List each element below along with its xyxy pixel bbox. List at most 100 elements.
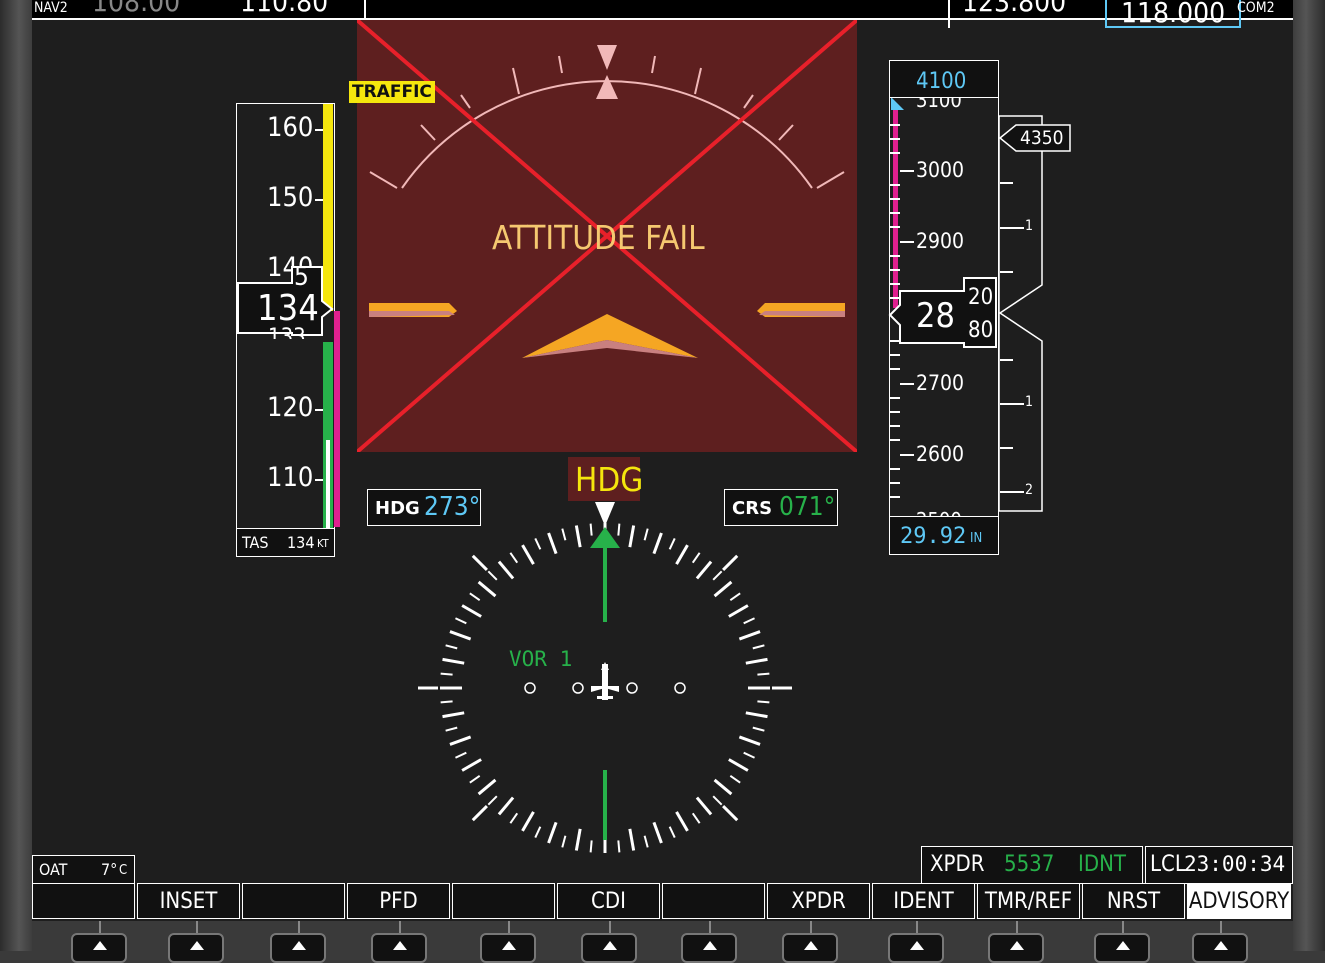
oat-unit: C <box>119 863 128 878</box>
compass-tick <box>561 835 567 848</box>
tas-value: 134 <box>287 533 315 552</box>
vsi-tick-label: 1 <box>1025 394 1034 410</box>
xpdr-code: 5537 <box>1004 852 1055 877</box>
compass-outer-marker <box>722 554 739 571</box>
barometric-setting-box[interactable]: 29.92 IN <box>889 516 999 555</box>
hardware-softkey-button[interactable] <box>782 933 838 963</box>
compass-outer-marker <box>471 554 488 571</box>
softkey-tmr-ref[interactable]: TMR/REF <box>977 883 1080 919</box>
com-label: COM2 <box>1237 0 1275 16</box>
airspeed-tick-label: 160 <box>267 112 314 143</box>
hardware-softkey-button[interactable] <box>371 933 427 963</box>
compass-tick <box>668 826 676 838</box>
nav-source-label: VOR 1 <box>509 647 573 671</box>
compass-tick <box>752 644 765 650</box>
selected-altitude: 4100 <box>916 69 967 94</box>
softkey-xpdr[interactable]: XPDR <box>767 883 870 919</box>
compass-tick <box>729 774 741 784</box>
traffic-annunciation: TRAFFIC <box>349 81 435 103</box>
hardware-softkey-button[interactable] <box>1192 933 1248 963</box>
compass-tick <box>643 528 649 541</box>
compass-tick <box>445 726 458 732</box>
hardware-softkey-button[interactable] <box>1094 933 1150 963</box>
altitude-current-thousands: 28 <box>916 296 955 336</box>
nav-active-frequency[interactable]: 110.80 <box>240 0 328 18</box>
softkey-5[interactable] <box>452 883 555 919</box>
compass-tick <box>589 840 593 853</box>
softkey-cdi[interactable]: CDI <box>557 883 660 919</box>
compass-tick <box>477 778 497 796</box>
vsi-bug-value: 4350 <box>1020 127 1064 149</box>
softkey-pfd[interactable]: PFD <box>347 883 450 919</box>
compass-tick <box>469 774 481 784</box>
compass-tick <box>617 840 621 853</box>
vertical-speed-indicator <box>998 115 1043 512</box>
nav-label: NAV2 <box>34 0 68 16</box>
compass-tick <box>617 523 621 536</box>
softkey-1[interactable] <box>32 883 135 919</box>
oat-value: 7° <box>101 860 118 879</box>
compass-tick <box>757 672 770 676</box>
airspeed-tick-label: 150 <box>267 182 314 213</box>
compass-rose <box>418 502 792 853</box>
compass-tick <box>712 795 723 806</box>
softkey-nrst[interactable]: NRST <box>1082 883 1185 919</box>
selected-altitude-box[interactable]: 4100 <box>889 60 999 99</box>
compass-tick <box>713 580 733 598</box>
compass-outer-marker <box>722 805 739 822</box>
altitude-tick-label: 2600 <box>916 442 965 466</box>
hardware-softkey-button[interactable] <box>581 933 637 963</box>
compass-tick <box>442 711 465 719</box>
compass-tick <box>745 657 768 665</box>
compass-tick <box>561 528 567 541</box>
softkey-inset[interactable]: INSET <box>137 883 240 919</box>
oat-label: OAT <box>39 860 68 879</box>
com-active-frequency[interactable]: 123.800 <box>962 0 1066 18</box>
compass-tick <box>477 580 497 598</box>
compass-tick <box>455 617 467 625</box>
compass-tick <box>547 821 558 844</box>
compass-tick <box>712 570 723 581</box>
hardware-softkey-button[interactable] <box>71 933 127 963</box>
com-standby-frequency[interactable]: 118.000 <box>1105 0 1242 28</box>
hardware-softkey-button[interactable] <box>168 933 224 963</box>
compass-tick <box>675 544 689 565</box>
airspeed-tick-label: 120 <box>267 392 314 423</box>
nav-standby-frequency[interactable]: 108.00 <box>92 0 180 18</box>
oat-box: OAT 7° C <box>32 855 135 884</box>
compass-outer-marker <box>471 805 488 822</box>
compass-tick <box>643 835 649 848</box>
compass-tick <box>628 525 636 548</box>
hardware-softkey-button[interactable] <box>988 933 1044 963</box>
left-bezel <box>0 0 32 951</box>
compass-tick <box>757 700 770 704</box>
lcl-time: 23:00:34 <box>1184 852 1286 876</box>
compass-tick <box>574 525 582 548</box>
compass-tick <box>652 532 663 555</box>
compass-tick <box>628 828 636 851</box>
compass-tick <box>521 811 535 832</box>
compass-tick <box>509 552 519 564</box>
hardware-softkey-button[interactable] <box>888 933 944 963</box>
softkey-advisory[interactable]: ADVISORY <box>1187 883 1291 919</box>
softkey-3[interactable] <box>242 883 345 919</box>
compass-tick <box>440 700 453 704</box>
hardware-softkey-button[interactable] <box>681 933 737 963</box>
compass-tick <box>547 532 558 555</box>
hardware-softkey-button[interactable] <box>480 933 536 963</box>
vsi-tick-label: 1 <box>1025 218 1034 234</box>
compass-tick <box>455 751 467 759</box>
compass-tick <box>497 796 515 816</box>
softkey-ident[interactable]: IDENT <box>872 883 975 919</box>
altitude-tick-label: 2700 <box>916 371 965 395</box>
compass-tick <box>445 644 458 650</box>
airspeed-roll-upper: 5 <box>294 262 309 292</box>
compass-tick <box>652 821 663 844</box>
softkey-7[interactable] <box>662 883 765 919</box>
hardware-softkey-button[interactable] <box>270 933 326 963</box>
transponder-box[interactable]: XPDR 5537 IDNT <box>921 846 1143 884</box>
compass-tick <box>738 735 761 746</box>
compass-tick <box>752 726 765 732</box>
compass-tick <box>469 592 481 602</box>
compass-tick <box>497 560 515 580</box>
